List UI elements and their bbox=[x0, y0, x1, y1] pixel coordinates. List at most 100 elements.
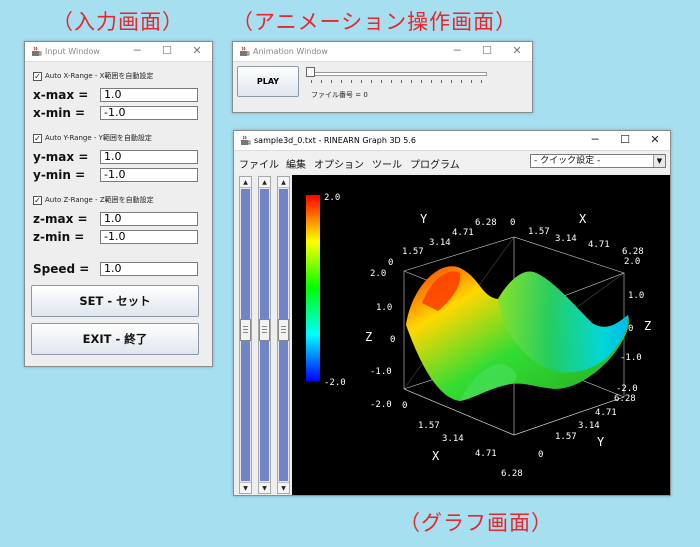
rotation-scrollbar-2[interactable]: ▲ ▼ bbox=[258, 176, 271, 494]
axis-label-z-left: Z bbox=[365, 330, 372, 344]
tick-z-right--2.0: -2.0 bbox=[616, 384, 638, 394]
speed-field[interactable]: 1.0 bbox=[100, 262, 198, 276]
graph-window-titlebar[interactable]: sample3d_0.txt - RINEARN Graph 3D 5.6 ─ … bbox=[234, 131, 670, 151]
tick-x-bottom-3.14: 3.14 bbox=[442, 434, 464, 444]
z-max-field[interactable]: 1.0 bbox=[100, 212, 198, 226]
quick-setting-value: - クイック設定 - bbox=[534, 156, 601, 166]
maximize-icon[interactable]: ☐ bbox=[618, 133, 632, 147]
tick-z-left--1.0: -1.0 bbox=[370, 367, 392, 377]
axis-label-y-bottom: Y bbox=[597, 435, 605, 449]
auto-x-range-checkbox[interactable]: ✓ Auto X-Range - X範囲を自動設定 bbox=[33, 71, 153, 81]
tick-z-right-2.0: 2.0 bbox=[624, 257, 640, 267]
x-max-label: x-max = bbox=[33, 88, 89, 102]
auto-y-range-label: Auto Y-Range - Y範囲を自動設定 bbox=[45, 134, 152, 142]
colorbar-min-label: -2.0 bbox=[324, 378, 346, 388]
tick-y-top-6.28: 6.28 bbox=[475, 218, 497, 228]
tick-x-bottom-0: 0 bbox=[402, 401, 407, 411]
maximize-icon[interactable]: ☐ bbox=[160, 44, 174, 58]
tick-y-right-4.71: 4.71 bbox=[595, 408, 617, 418]
axis-label-x-top: X bbox=[579, 212, 587, 226]
close-icon[interactable]: ✕ bbox=[510, 44, 524, 58]
tick-z-left--2.0: -2.0 bbox=[370, 400, 392, 410]
scroll-up-icon[interactable]: ▲ bbox=[259, 177, 270, 188]
tick-z-right-1.0: 1.0 bbox=[628, 291, 644, 301]
slider-ticks bbox=[311, 80, 487, 84]
java-cup-icon bbox=[32, 46, 42, 56]
checkbox-checked-icon: ✓ bbox=[33, 133, 42, 143]
z-min-field[interactable]: -1.0 bbox=[100, 230, 198, 244]
exit-button[interactable]: EXIT - 終了 bbox=[31, 323, 199, 355]
caption-animation-screen: （アニメーション操作画面） bbox=[232, 10, 518, 34]
file-number-slider-track[interactable] bbox=[311, 72, 487, 76]
rotation-scrollbar-1[interactable]: ▲ ▼ bbox=[239, 176, 252, 494]
minimize-icon[interactable]: ─ bbox=[450, 44, 464, 58]
caption-graph-screen: （グラフ画面） bbox=[399, 511, 553, 535]
y-max-field[interactable]: 1.0 bbox=[100, 150, 198, 164]
checkbox-checked-icon: ✓ bbox=[33, 71, 42, 81]
surface-plot bbox=[406, 266, 629, 401]
tick-z-left-1.0: 1.0 bbox=[376, 303, 392, 313]
auto-y-range-checkbox[interactable]: ✓ Auto Y-Range - Y範囲を自動設定 bbox=[33, 133, 152, 143]
input-window: Input Window ─ ☐ ✕ ✓ Auto X-Range - X範囲を… bbox=[24, 41, 213, 367]
graph-3d-canvas[interactable]: 2.0 -2.0 Y X Z Z X Y 6.28 4.71 3.14 1.57… bbox=[292, 175, 670, 495]
close-icon[interactable]: ✕ bbox=[190, 44, 204, 58]
tick-z-left-0: 0 bbox=[390, 335, 395, 345]
auto-x-range-label: Auto X-Range - X範囲を自動設定 bbox=[45, 72, 154, 80]
java-cup-icon bbox=[240, 46, 250, 56]
play-button[interactable]: PLAY bbox=[237, 66, 299, 97]
z-min-label: z-min = bbox=[33, 230, 85, 244]
minimize-icon[interactable]: ─ bbox=[130, 44, 144, 58]
tick-x-top-6.28: 6.28 bbox=[622, 247, 644, 257]
input-window-titlebar[interactable]: Input Window ─ ☐ ✕ bbox=[25, 42, 212, 62]
tick-y-right-6.28: 6.28 bbox=[614, 394, 636, 404]
chevron-down-icon[interactable]: ▼ bbox=[653, 155, 665, 167]
tick-z-right--1.0: -1.0 bbox=[620, 353, 642, 363]
animation-window-titlebar[interactable]: Animation Window ─ ☐ ✕ bbox=[233, 42, 532, 62]
auto-z-range-label: Auto Z-Range - Z範囲を自動設定 bbox=[45, 196, 154, 204]
tick-x-top-0: 0 bbox=[510, 218, 515, 228]
menu-tool[interactable]: ツール bbox=[372, 156, 402, 171]
caption-input-screen: （入力画面） bbox=[52, 10, 184, 34]
menu-edit[interactable]: 編集 bbox=[286, 156, 306, 171]
tick-x-bottom-1.57: 1.57 bbox=[418, 421, 440, 431]
axis-label-x-bottom: X bbox=[432, 449, 440, 463]
menu-file[interactable]: ファイル bbox=[239, 156, 279, 171]
tick-x-top-4.71: 4.71 bbox=[588, 240, 610, 250]
y-min-field[interactable]: -1.0 bbox=[100, 168, 198, 182]
axis-label-z-right: Z bbox=[644, 319, 651, 333]
tick-y-top-0: 0 bbox=[388, 258, 393, 268]
auto-z-range-checkbox[interactable]: ✓ Auto Z-Range - Z範囲を自動設定 bbox=[33, 195, 154, 205]
x-min-field[interactable]: -1.0 bbox=[100, 106, 198, 120]
file-number-label: ファイル番号 = 0 bbox=[311, 91, 368, 99]
maximize-icon[interactable]: ☐ bbox=[480, 44, 494, 58]
scroll-up-icon[interactable]: ▲ bbox=[240, 177, 251, 188]
x-max-field[interactable]: 1.0 bbox=[100, 88, 198, 102]
close-icon[interactable]: ✕ bbox=[648, 133, 662, 147]
colorbar-max-label: 2.0 bbox=[324, 193, 340, 203]
tick-y-top-1.57: 1.57 bbox=[402, 247, 424, 257]
scroll-thumb[interactable] bbox=[259, 319, 270, 341]
quick-setting-dropdown[interactable]: - クイック設定 - ▼ bbox=[530, 154, 666, 168]
scroll-thumb[interactable] bbox=[278, 319, 289, 341]
scroll-down-icon[interactable]: ▼ bbox=[278, 482, 289, 493]
scroll-up-icon[interactable]: ▲ bbox=[278, 177, 289, 188]
graph-3d-svg: 2.0 -2.0 Y X Z Z X Y 6.28 4.71 3.14 1.57… bbox=[306, 193, 651, 479]
scroll-down-icon[interactable]: ▼ bbox=[259, 482, 270, 493]
tick-y-right-0: 0 bbox=[538, 450, 543, 460]
file-number-slider-thumb[interactable] bbox=[306, 67, 315, 77]
tick-y-top-3.14: 3.14 bbox=[429, 238, 451, 248]
java-cup-icon bbox=[241, 135, 251, 145]
minimize-icon[interactable]: ─ bbox=[588, 133, 602, 147]
tick-y-right-3.14: 3.14 bbox=[578, 421, 600, 431]
input-window-title: Input Window bbox=[45, 47, 100, 56]
axis-label-y-top: Y bbox=[420, 212, 428, 226]
menu-option[interactable]: オプション bbox=[314, 156, 364, 171]
scroll-down-icon[interactable]: ▼ bbox=[240, 482, 251, 493]
animation-window-title: Animation Window bbox=[253, 47, 328, 56]
scroll-thumb[interactable] bbox=[240, 319, 251, 341]
y-min-label: y-min = bbox=[33, 168, 86, 182]
set-button[interactable]: SET - セット bbox=[31, 285, 199, 317]
rotation-scrollbar-3[interactable]: ▲ ▼ bbox=[277, 176, 290, 494]
y-max-label: y-max = bbox=[33, 150, 89, 164]
menu-program[interactable]: プログラム bbox=[410, 156, 460, 171]
